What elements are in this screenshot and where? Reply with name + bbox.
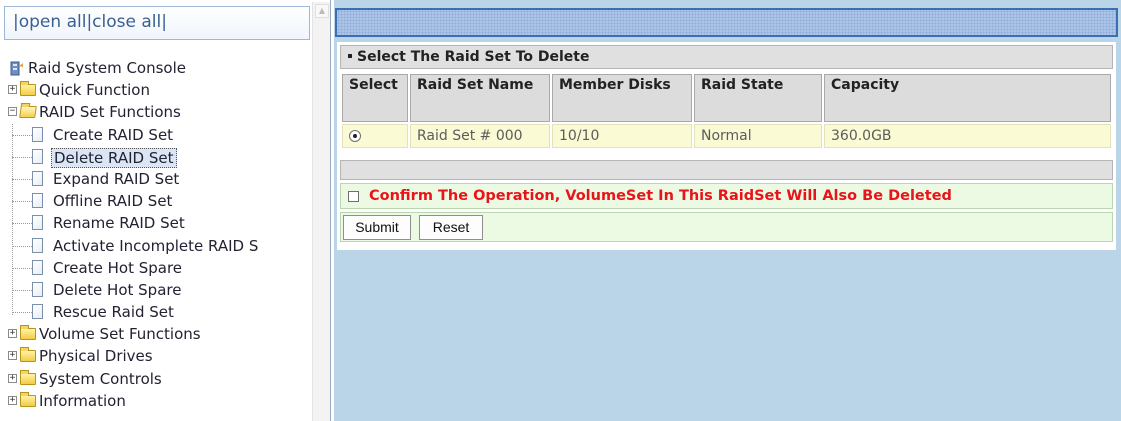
col-header-raid-set-name: Raid Set Name [410, 74, 550, 122]
tree-toolbar: |open all|close all| [4, 6, 310, 40]
tree-node-label: Quick Function [39, 81, 150, 100]
tree-item-label-selected: Delete RAID Set [51, 147, 177, 168]
tree-item-offline-raid-set[interactable]: Offline RAID Set [8, 190, 312, 212]
delete-raid-set-form: Select The Raid Set To Delete Select Rai… [337, 42, 1116, 250]
reset-button[interactable]: Reset [419, 215, 483, 240]
page-icon [32, 304, 43, 320]
page-icon [32, 237, 43, 253]
section-title-bar: Select The Raid Set To Delete [340, 45, 1113, 69]
expand-plus-icon[interactable]: + [8, 395, 17, 405]
tree-item-label: Create RAID Set [53, 125, 174, 144]
confirm-checkbox[interactable] [348, 191, 359, 202]
tree-item-label: Activate Incomplete RAID S [53, 236, 259, 255]
expand-plus-icon[interactable]: + [8, 373, 17, 383]
col-header-member-disks: Member Disks [552, 74, 692, 122]
select-cell [342, 124, 408, 148]
open-folder-icon [19, 106, 37, 119]
tree-item-activate-incomplete-raid-set[interactable]: Activate Incomplete RAID S [8, 235, 312, 257]
folder-icon [20, 325, 36, 341]
folder-icon [20, 369, 36, 385]
raid-set-name-cell: Raid Set # 000 [410, 124, 550, 148]
tree-node-physical-drives[interactable]: + Physical Drives [8, 345, 312, 367]
tree-item-expand-raid-set[interactable]: Expand RAID Set [8, 168, 312, 190]
tree-item-create-hot-spare[interactable]: Create Hot Spare [8, 257, 312, 279]
tree-node-label: RAID Set Functions [39, 103, 181, 122]
tree-node-information[interactable]: + Information [8, 390, 312, 412]
section-title: Select The Raid Set To Delete [357, 49, 590, 65]
content-frame: Select The Raid Set To Delete Select Rai… [334, 0, 1121, 421]
collapse-minus-icon[interactable]: − [8, 107, 17, 117]
page-icon [32, 148, 43, 164]
tree-scrollbar[interactable]: ▲ [312, 2, 330, 421]
confirm-label: Confirm The Operation, VolumeSet In This… [369, 188, 952, 204]
table-header-row: Select Raid Set Name Member Disks Raid S… [342, 74, 1111, 122]
scroll-up-arrow-icon[interactable]: ▲ [315, 4, 329, 18]
col-header-raid-state: Raid State [694, 74, 822, 122]
tree-item-label: Offline RAID Set [53, 192, 173, 211]
col-header-select: Select [342, 74, 408, 122]
tree-item-label: Delete Hot Spare [53, 280, 182, 299]
expand-plus-icon[interactable]: + [8, 329, 17, 339]
button-row: Submit Reset [340, 212, 1113, 242]
table-row: Raid Set # 000 10/10 Normal 360.0GB [342, 124, 1111, 148]
tree-item-rename-raid-set[interactable]: Rename RAID Set [8, 212, 312, 234]
member-disks-cell: 10/10 [552, 124, 692, 148]
page-icon [32, 215, 43, 231]
navigation-tree: Raid System Console + Quick Function − R… [8, 57, 312, 412]
close-all-link[interactable]: close all [92, 12, 161, 32]
page-icon [32, 126, 43, 142]
tree-item-label: Rename RAID Set [53, 214, 185, 233]
page-icon [32, 259, 43, 275]
tree-node-label: Physical Drives [39, 347, 153, 366]
navigation-frame: |open all|close all| ▲ Raid System Conso… [0, 0, 331, 421]
raid-state-cell: Normal [694, 124, 822, 148]
page-icon [32, 281, 43, 297]
tree-node-label: System Controls [39, 369, 162, 388]
col-header-capacity: Capacity [824, 74, 1111, 122]
raid-set-children: Create RAID Set Delete RAID Set Expand R… [8, 123, 312, 324]
tree-item-label: Rescue Raid Set [53, 303, 174, 322]
tree-node-label: Volume Set Functions [39, 325, 201, 344]
tree-item-label: Expand RAID Set [53, 169, 180, 188]
raid-console-icon [10, 61, 23, 76]
tree-item-delete-hot-spare[interactable]: Delete Hot Spare [8, 279, 312, 301]
tree-node-system-controls[interactable]: + System Controls [8, 368, 312, 390]
tree-node-volume-set-functions[interactable]: + Volume Set Functions [8, 323, 312, 345]
tree-node-label: Information [39, 391, 126, 410]
header-bar [335, 8, 1118, 37]
folder-icon [20, 391, 36, 407]
tree-root[interactable]: Raid System Console [8, 57, 312, 79]
page-icon [32, 193, 43, 209]
confirm-row: Confirm The Operation, VolumeSet In This… [340, 183, 1113, 209]
tree-node-quick-function[interactable]: + Quick Function [8, 79, 312, 101]
capacity-cell: 360.0GB [824, 124, 1111, 148]
separator-bar [340, 160, 1113, 180]
folder-icon [20, 81, 36, 97]
submit-button[interactable]: Submit [343, 215, 411, 240]
expand-plus-icon[interactable]: + [8, 351, 17, 361]
tree-item-label: Create Hot Spare [53, 258, 183, 277]
folder-icon [20, 347, 36, 363]
page-icon [32, 170, 43, 186]
tree-item-create-raid-set[interactable]: Create RAID Set [8, 124, 312, 146]
raid-set-table: Select Raid Set Name Member Disks Raid S… [340, 72, 1113, 150]
tree-item-delete-raid-set[interactable]: Delete RAID Set [8, 146, 312, 168]
bullet-icon [348, 54, 352, 58]
tree-node-raid-set-functions[interactable]: − RAID Set Functions [8, 101, 312, 123]
tree-root-label: Raid System Console [28, 59, 186, 77]
raid-set-radio[interactable] [349, 130, 361, 142]
tree-item-rescue-raid-set[interactable]: Rescue Raid Set [8, 301, 312, 323]
open-all-link[interactable]: open all [19, 12, 87, 32]
expand-plus-icon[interactable]: + [8, 85, 17, 95]
